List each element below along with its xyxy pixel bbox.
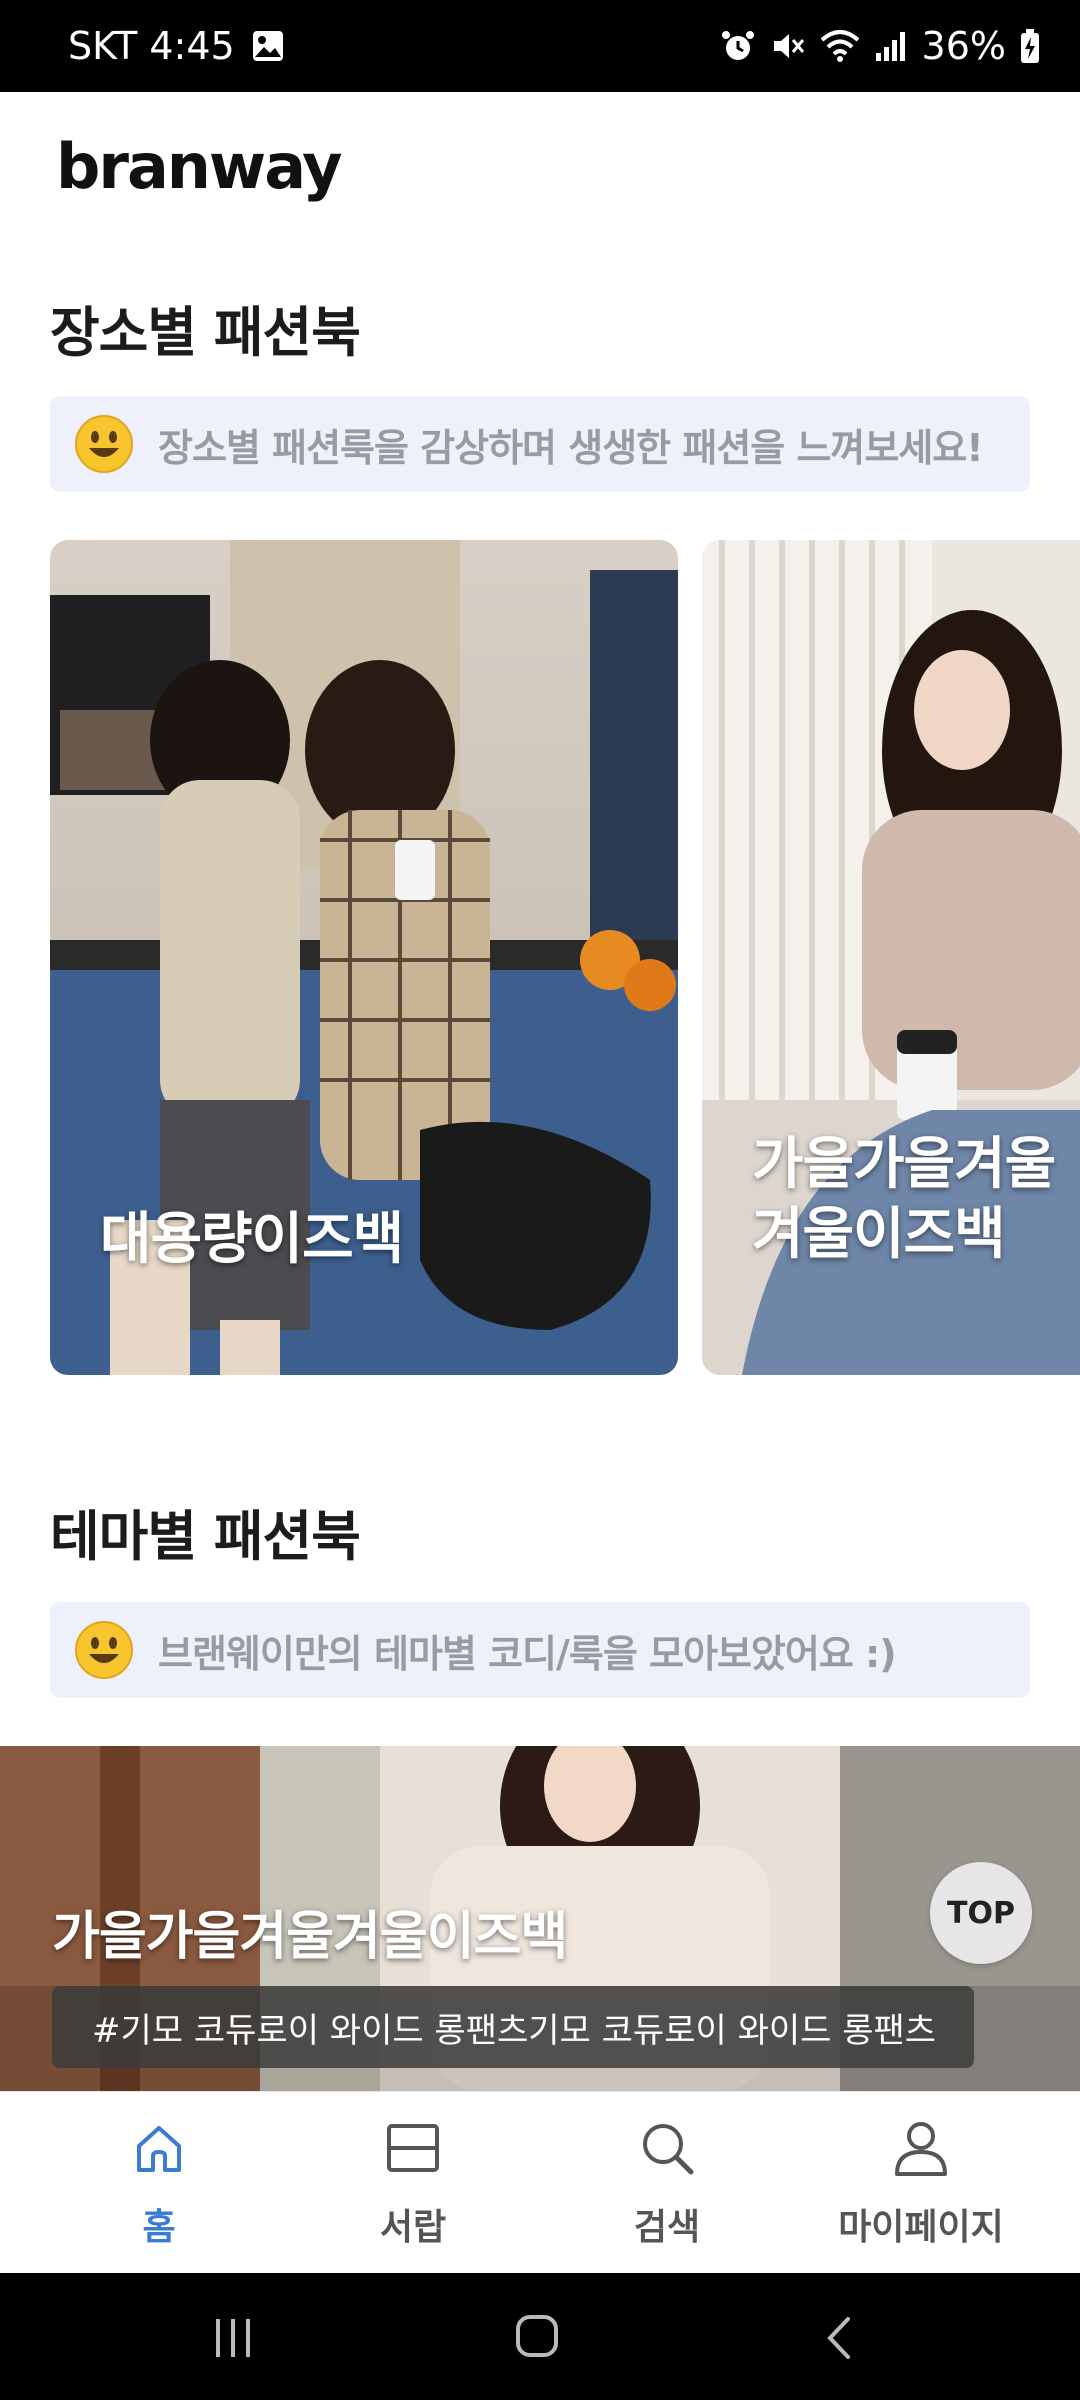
tab-home[interactable]: 홈 (24, 2092, 294, 2274)
drawer-icon (387, 2124, 439, 2172)
smiley-icon (75, 415, 133, 473)
card-label: 가을가을겨울 겨울이즈백 (752, 1132, 1056, 1267)
banner-title: 가을가을겨울겨울이즈백 (52, 1907, 568, 1967)
search-icon (643, 2124, 694, 2175)
signal-icon (875, 32, 905, 61)
banner-tag[interactable]: #기모 코듀로이 와이드 롱팬츠기모 코듀로이 와이드 롱팬츠 (52, 1986, 974, 2068)
tab-drawer[interactable]: 서랍 (278, 2092, 548, 2274)
person-icon (895, 2122, 947, 2176)
tab-label: 검색 (633, 2207, 701, 2248)
back-icon[interactable] (816, 2313, 866, 2363)
tab-label: 서랍 (379, 2207, 447, 2248)
notice-text: 장소별 패션룩을 감상하며 생생한 패션을 느껴보세요! (158, 425, 984, 470)
gallery-notification-icon (252, 31, 283, 61)
tab-label: 홈 (142, 2207, 176, 2248)
system-nav-bar (0, 2273, 1080, 2400)
notice-text: 브랜웨이만의 테마별 코디/룩을 모아보았어요 :) (158, 1631, 897, 1676)
tab-mypage[interactable]: 마이페이지 (786, 2092, 1056, 2274)
smiley-icon (75, 1621, 133, 1679)
status-time: SKT 4:45 (68, 24, 235, 68)
tab-search[interactable]: 검색 (532, 2092, 802, 2274)
battery-percent: 36% (921, 24, 1006, 68)
home-nav-icon[interactable] (512, 2311, 562, 2361)
tab-label: 마이페이지 (838, 2207, 1004, 2248)
fashion-card[interactable]: 대용량이즈백 (50, 540, 678, 1375)
app-logo[interactable]: branway (56, 130, 343, 203)
card-label: 대용량이즈백 (100, 1207, 404, 1272)
section-title-place: 장소별 패션북 (50, 301, 361, 364)
recents-icon[interactable] (208, 2313, 258, 2363)
battery-charging-icon (1021, 29, 1039, 63)
status-bar: SKT 4:45 36% (0, 0, 1080, 92)
section-title-theme: 테마별 패션북 (50, 1505, 361, 1568)
bottom-tab-bar: 홈 서랍 검색 마이페이지 (0, 2091, 1080, 2274)
notice-banner-theme: 브랜웨이만의 테마별 코디/룩을 모아보았어요 :) (50, 1602, 1030, 1698)
home-icon (137, 2126, 181, 2172)
mute-icon (773, 34, 804, 58)
wifi-icon (820, 30, 859, 62)
fashion-card[interactable]: 가을가을겨울 겨울이즈백 (702, 540, 1080, 1375)
alarm-icon (721, 31, 754, 60)
scroll-top-button[interactable]: TOP (930, 1862, 1032, 1964)
theme-banner[interactable]: 가을가을겨울겨울이즈백 #기모 코듀로이 와이드 롱팬츠기모 코듀로이 와이드 … (0, 1746, 1080, 2091)
place-carousel[interactable]: 대용량이즈백 가을가을겨울 겨울이즈백 (0, 540, 1080, 1375)
notice-banner-place: 장소별 패션룩을 감상하며 생생한 패션을 느껴보세요! (50, 396, 1030, 492)
